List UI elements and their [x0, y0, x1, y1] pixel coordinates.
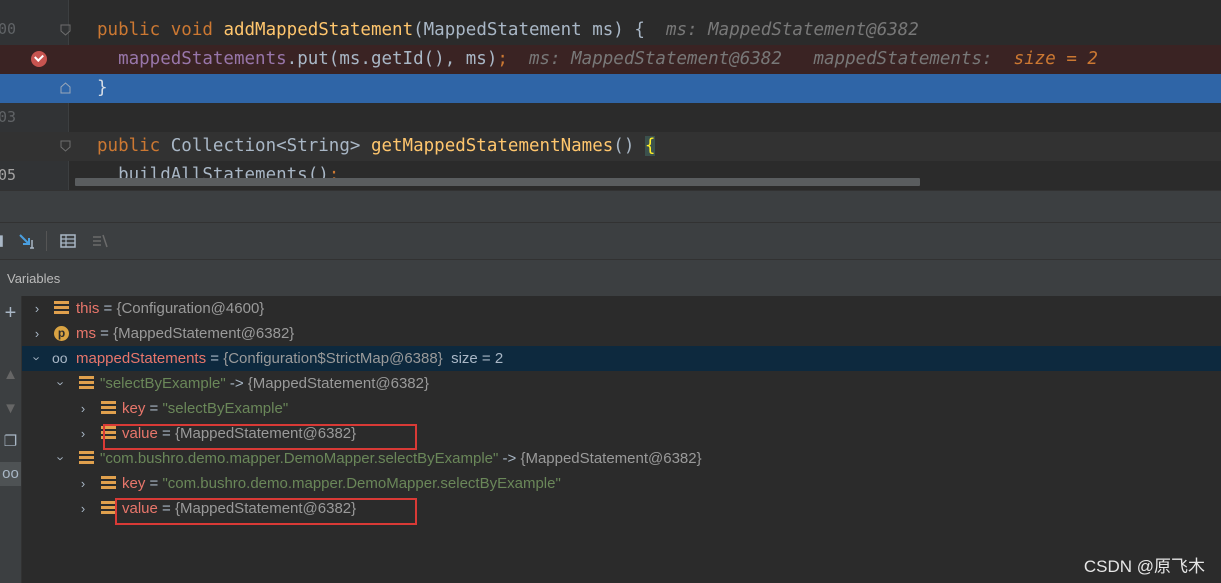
collapse-chevron-icon[interactable]: › — [49, 377, 74, 391]
step-over-icon[interactable]: ▮ — [0, 232, 9, 250]
settings-list-icon[interactable] — [91, 232, 109, 250]
variable-text: key = "selectByExample" — [122, 400, 289, 417]
debug-toolbar: ▮ — [0, 222, 1221, 259]
expand-chevron-icon[interactable]: › — [76, 396, 90, 421]
expand-chevron-icon[interactable]: › — [30, 296, 44, 321]
variables-side-toolbar: + ▲ ▼ ❐ oo — [0, 296, 22, 583]
code-line-03-current[interactable]: 03 } — [0, 74, 1221, 126]
field-icon — [54, 301, 69, 316]
watches-glasses-icon[interactable]: oo — [0, 462, 21, 486]
variable-row-ms[interactable]: › p ms = {MappedStatement@6382} — [22, 321, 1221, 346]
code-line-05[interactable]: 05 public Collection<String> getMappedSt… — [0, 132, 1221, 184]
annotation-highlight-box — [115, 498, 417, 525]
field-icon — [79, 376, 94, 391]
fold-marker-icon[interactable] — [60, 140, 71, 152]
variable-row-key[interactable]: › key = "com.bushro.demo.mapper.DemoMapp… — [22, 471, 1221, 496]
fold-end-marker-icon[interactable] — [60, 82, 71, 94]
code-content: public Collection<String> getMappedState… — [97, 136, 656, 156]
code-content: mappedStatements.put(ms.getId(), ms); ms… — [118, 49, 1098, 69]
expand-chevron-icon[interactable]: › — [76, 421, 90, 446]
variable-text: this = {Configuration@4600} — [76, 300, 265, 317]
variable-row-mappedStatements[interactable]: › oo mappedStatements = {Configuration$S… — [22, 346, 1221, 371]
annotation-highlight-box — [103, 424, 417, 450]
move-up-icon[interactable]: ▲ — [0, 366, 21, 383]
collapse-chevron-icon[interactable]: › — [25, 352, 50, 366]
variable-text: ms = {MappedStatement@6382} — [76, 325, 295, 342]
fold-marker-icon[interactable] — [60, 24, 71, 36]
variable-row-this[interactable]: › this = {Configuration@4600} — [22, 296, 1221, 321]
move-down-icon[interactable]: ▼ — [0, 400, 21, 417]
panel-splitter[interactable] — [0, 190, 1221, 223]
variable-text: "selectByExample" -> {MappedStatement@63… — [100, 375, 429, 392]
expand-chevron-icon[interactable]: › — [76, 471, 90, 496]
code-line-01[interactable]: 01 public void addMappedStatement(Mapped… — [0, 16, 1221, 68]
field-icon — [101, 476, 116, 491]
field-icon — [101, 401, 116, 416]
watch-glasses-icon: oo — [52, 350, 68, 366]
field-icon — [101, 501, 116, 516]
step-into-icon[interactable] — [18, 232, 36, 250]
code-content: } — [97, 78, 108, 98]
code-line-04[interactable]: 04 — [0, 103, 1221, 155]
field-icon — [79, 451, 94, 466]
horizontal-scrollbar[interactable] — [75, 178, 920, 186]
variables-header: Variables — [0, 259, 1221, 297]
map-entry-row[interactable]: › "selectByExample" -> {MappedStatement@… — [22, 371, 1221, 396]
variable-text: mappedStatements = {Configuration$Strict… — [76, 350, 504, 367]
code-editor[interactable]: 00 01 public void addMappedStatement(Map… — [0, 0, 1221, 190]
collapse-chevron-icon[interactable]: › — [49, 452, 74, 466]
expand-chevron-icon[interactable]: › — [30, 321, 44, 346]
watermark-text: CSDN @原飞木 — [1083, 557, 1205, 576]
toolbar-divider — [46, 231, 47, 251]
code-content: public void addMappedStatement(MappedSta… — [97, 20, 919, 40]
add-watch-icon[interactable]: + — [0, 302, 21, 325]
copy-icon[interactable]: ❐ — [0, 432, 21, 450]
variable-text: key = "com.bushro.demo.mapper.DemoMapper… — [122, 475, 561, 492]
expand-chevron-icon[interactable]: › — [76, 496, 90, 521]
breakpoint-icon[interactable] — [31, 51, 47, 67]
parameter-icon: p — [54, 326, 69, 341]
variables-title: Variables — [7, 271, 61, 286]
code-line-02-breakpoint[interactable]: 02 mappedStatements.put(ms.getId(), ms);… — [0, 45, 1221, 97]
evaluate-table-icon[interactable] — [59, 232, 77, 250]
variable-row-key[interactable]: › key = "selectByExample" — [22, 396, 1221, 421]
code-line-00[interactable]: 00 — [0, 0, 1221, 38]
